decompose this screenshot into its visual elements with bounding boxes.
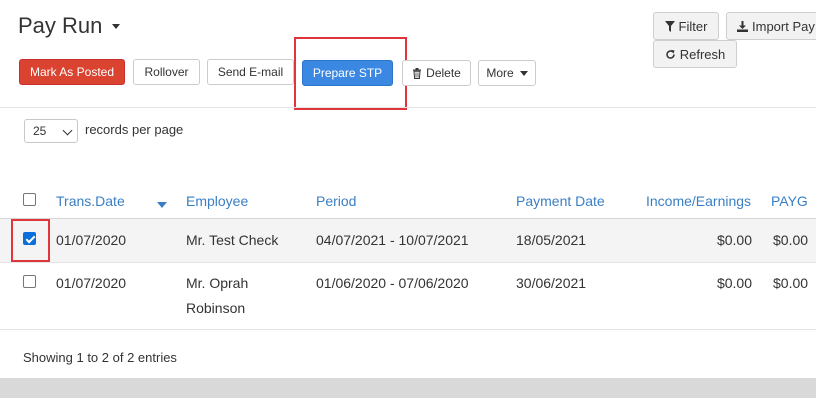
more-dropdown-button[interactable]: More [478,60,536,86]
caret-down-icon [519,70,528,76]
filter-button[interactable]: Filter [653,12,719,40]
row-divider [0,262,816,263]
page-title-text: Pay Run [18,13,103,38]
row-checkbox-highlight [11,219,50,262]
chevron-down-icon [62,125,73,136]
column-header-payment-date[interactable]: Payment Date [516,193,605,209]
rollover-button[interactable]: Rollover [133,59,200,85]
cell-payment-date: 30/06/2021 [516,275,587,291]
trash-icon [413,67,422,79]
cell-employee: Mr. Test Check [186,232,279,248]
filter-icon [664,20,675,32]
cell-employee-line2: Robinson [186,300,246,316]
cell-trans-date: 01/07/2020 [56,232,127,248]
column-header-employee[interactable]: Employee [186,193,248,209]
cell-payg: $0.00 [773,232,809,248]
column-header-period[interactable]: Period [316,193,356,209]
bottom-scroll-area [0,378,816,398]
mark-as-posted-button[interactable]: Mark As Posted [19,59,125,85]
cell-period: 01/06/2020 - 07/06/2020 [316,275,469,291]
refresh-icon [666,49,675,59]
select-all-checkbox[interactable] [23,193,36,206]
more-label: More [486,66,514,80]
refresh-button[interactable]: Refresh [653,40,737,68]
rollover-label: Rollover [144,65,189,79]
send-email-label: Send E-mail [217,65,284,79]
sort-desc-icon[interactable] [157,202,167,208]
table-info: Showing 1 to 2 of 2 entries [23,350,177,365]
column-header-income-earnings[interactable]: Income/Earnings [646,193,751,209]
download-icon [737,20,748,32]
toolbar-divider [0,107,816,108]
refresh-label: Refresh [679,46,726,62]
cell-period: 04/07/2021 - 10/07/2021 [316,232,469,248]
send-email-button[interactable]: Send E-mail [207,59,294,85]
table-bottom-divider [0,329,816,330]
cell-payg: $0.00 [773,275,809,291]
page-title[interactable]: Pay Run [18,13,121,39]
import-pay-label: Import Pay [752,18,815,34]
records-per-page-label: records per page [85,122,184,137]
caret-down-icon [112,23,121,29]
filter-label: Filter [678,18,708,34]
column-header-payg[interactable]: PAYG [771,193,808,209]
prepare-stp-highlight [294,37,407,110]
column-header-trans-date[interactable]: Trans.Date [56,193,125,209]
delete-button[interactable]: Delete [402,60,471,86]
cell-income: $0.00 [716,232,752,248]
import-pay-button[interactable]: Import Pay [726,12,816,40]
page-size-value: 25 [33,124,47,138]
row-checkbox[interactable] [23,275,36,288]
page-size-select[interactable]: 25 [24,119,78,143]
cell-employee: Mr. Oprah [186,275,249,291]
cell-income: $0.00 [716,275,752,291]
delete-label: Delete [426,66,461,80]
cell-trans-date: 01/07/2020 [56,275,127,291]
cell-payment-date: 18/05/2021 [516,232,587,248]
mark-as-posted-label: Mark As Posted [29,65,115,79]
